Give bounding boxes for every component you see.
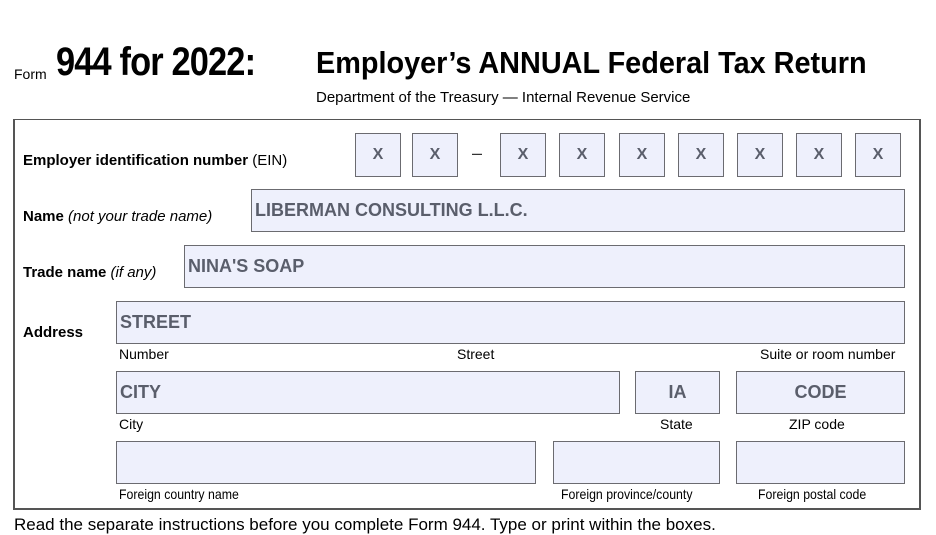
ein-digit-3[interactable]: X (500, 133, 546, 177)
ein-digit-7[interactable]: X (737, 133, 783, 177)
foreign-country-label: Foreign country name (119, 486, 239, 502)
trade-name-label-italic: (if any) (106, 264, 157, 281)
ein-digit-9[interactable]: X (855, 133, 901, 177)
trade-name-field[interactable]: NINA'S SOAP (184, 245, 905, 288)
state-field[interactable]: IA (635, 371, 720, 414)
name-label-italic: (not your trade name) (63, 208, 213, 225)
form-word: Form (14, 66, 47, 82)
ein-separator: – (472, 143, 483, 163)
ein-digit-6[interactable]: X (678, 133, 724, 177)
address-label: Address (23, 324, 83, 341)
zip-field[interactable]: CODE (736, 371, 905, 414)
city-label: City (119, 416, 144, 432)
instructions-line: Read the separate instructions before yo… (14, 515, 716, 534)
form-number: 944 for 2022: (56, 40, 256, 84)
ein-digit-5[interactable]: X (619, 133, 665, 177)
ein-digit-1[interactable]: X (355, 133, 401, 177)
city-field[interactable]: CITY (116, 371, 620, 414)
street-sublabel-street: Street (457, 346, 495, 362)
zip-label: ZIP code (789, 416, 845, 432)
street-field[interactable]: STREET (116, 301, 905, 344)
ein-label-plain: (EIN) (248, 152, 288, 169)
form-title: Employer’s ANNUAL Federal Tax Return (316, 45, 867, 80)
state-label: State (660, 416, 693, 432)
street-sublabel-suite: Suite or room number (760, 346, 896, 362)
ein-digit-4[interactable]: X (559, 133, 605, 177)
foreign-postal-field[interactable] (736, 441, 905, 484)
foreign-province-label: Foreign province/county (561, 486, 693, 502)
ein-digit-8[interactable]: X (796, 133, 842, 177)
name-label-bold: Name (23, 208, 64, 225)
name-field[interactable]: LIBERMAN CONSULTING L.L.C. (251, 189, 905, 232)
ein-label-bold: Employer identification number (23, 152, 249, 169)
form-subtitle: Department of the Treasury — Internal Re… (316, 89, 691, 106)
address-label-text: Address (23, 324, 84, 341)
name-label: Name (not your trade name) (23, 208, 212, 225)
ein-label: Employer identification number (EIN) (23, 152, 287, 169)
foreign-province-field[interactable] (553, 441, 720, 484)
foreign-country-field[interactable] (116, 441, 536, 484)
ein-digit-2[interactable]: X (412, 133, 458, 177)
trade-name-label: Trade name (if any) (23, 264, 156, 281)
street-sublabel-number: Number (119, 346, 169, 362)
trade-name-label-bold: Trade name (23, 264, 107, 281)
foreign-postal-label: Foreign postal code (758, 486, 867, 502)
